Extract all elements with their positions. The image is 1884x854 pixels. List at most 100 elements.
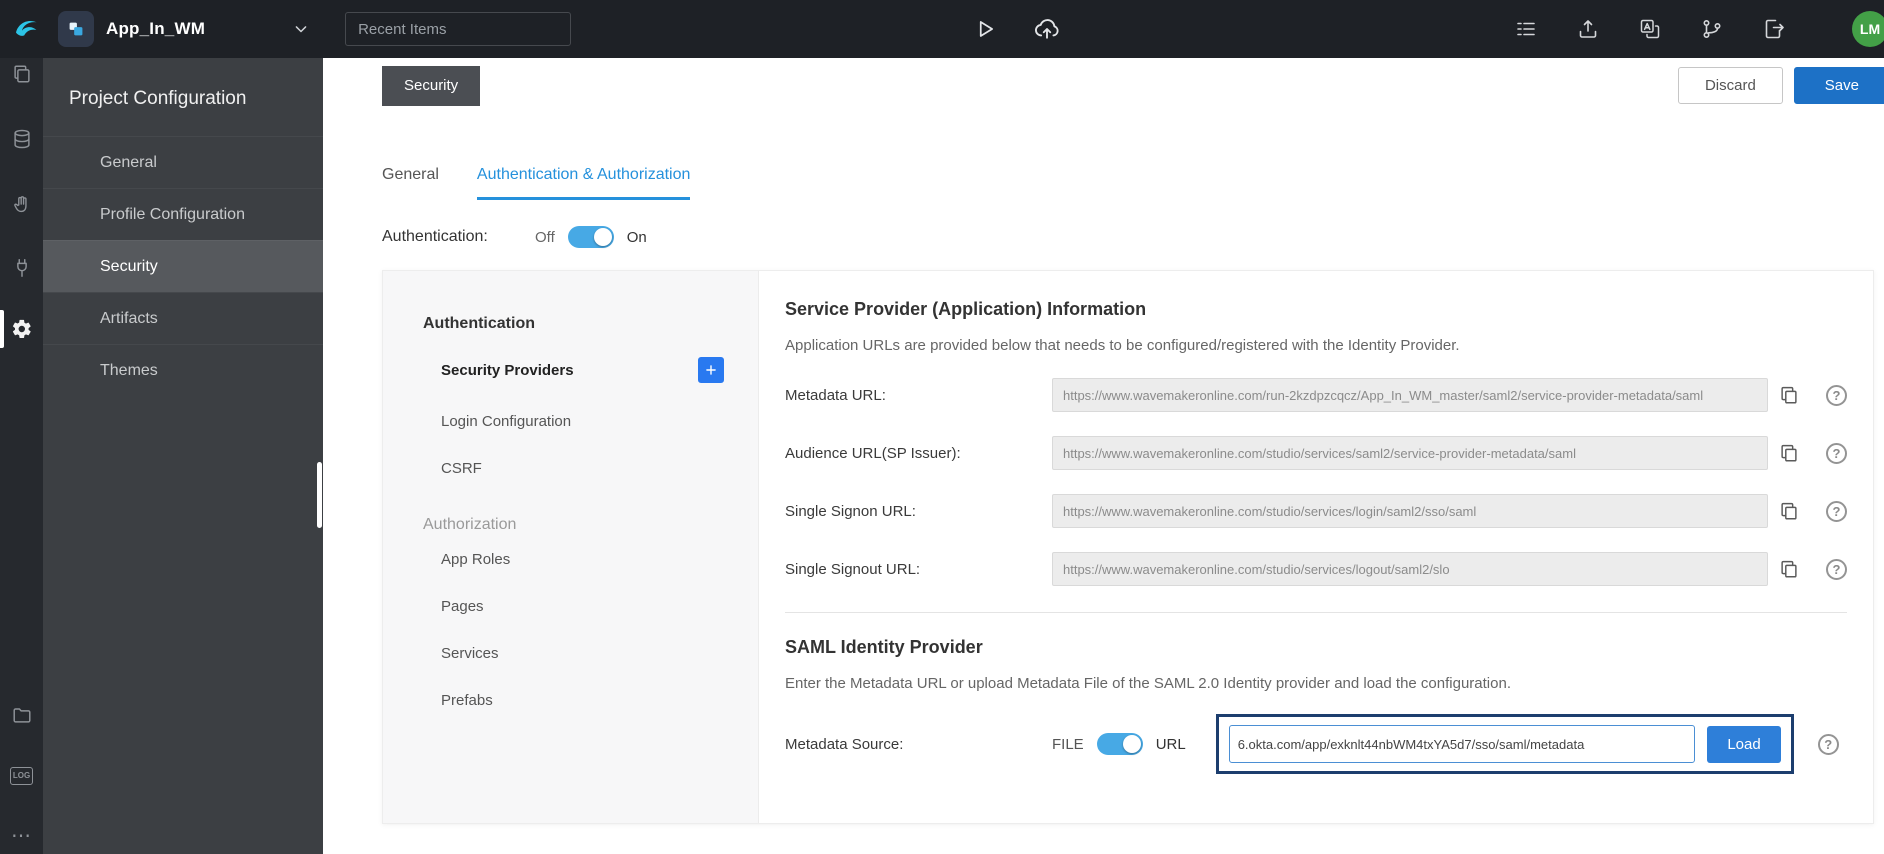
copy-button[interactable] [1776, 498, 1802, 524]
file-tab-security[interactable]: Security [382, 66, 481, 106]
tab-general[interactable]: General [382, 166, 439, 200]
toggle-knob [593, 228, 612, 246]
topbar: App_In_WM Recent Items LM [0, 0, 1884, 58]
saml-idp-title: SAML Identity Provider [785, 637, 983, 657]
rail-database-button[interactable] [10, 127, 34, 151]
pages-icon [13, 65, 30, 83]
subnav-item-app-roles[interactable]: App Roles [423, 536, 758, 583]
version-control-button[interactable] [1700, 17, 1724, 41]
sidebar-heading: Project Configuration [69, 88, 247, 109]
discard-button[interactable]: Discard [1677, 67, 1783, 104]
metadata-source-toggle[interactable] [1096, 733, 1143, 755]
help-icon[interactable]: ? [1826, 442, 1847, 464]
single-signout-value-input[interactable] [1052, 552, 1768, 586]
run-app-button[interactable] [971, 16, 997, 42]
sidebar-item-general[interactable]: General [43, 136, 323, 188]
copy-icon [1781, 560, 1797, 578]
save-button[interactable]: Save [1793, 67, 1884, 104]
subnav-item-prefabs[interactable]: Prefabs [423, 677, 758, 724]
help-icon[interactable]: ? [1817, 733, 1839, 755]
authentication-toggle[interactable] [567, 226, 614, 248]
copy-button[interactable] [1776, 382, 1802, 408]
file-export-icon [1765, 19, 1784, 39]
authentication-label: Authentication: [382, 228, 488, 245]
idp-metadata-url-input[interactable] [1228, 725, 1696, 763]
subnav-section-authorization: Authorization [423, 516, 517, 533]
single-signout-row: Single Signout URL: ? [785, 552, 1847, 586]
rail-pages-button[interactable] [10, 62, 34, 86]
help-icon[interactable]: ? [1826, 500, 1847, 522]
authentication-toggle-row: Authentication: Off On [382, 226, 1884, 248]
tab-authentication-authorization[interactable]: Authentication & Authorization [476, 166, 691, 200]
checklist-icon [1517, 22, 1535, 36]
app-title: App_In_WM [106, 19, 206, 38]
toggle-knob [1122, 735, 1141, 753]
metadata-url-highlight-group: Load [1215, 714, 1794, 774]
git-branch-icon [1703, 19, 1721, 39]
rail-widgets-button[interactable] [10, 193, 34, 217]
add-security-provider-button[interactable] [698, 357, 724, 383]
folder-icon [12, 708, 31, 723]
logs-icon: LOG [9, 767, 34, 785]
security-config-card: Authentication Security Providers Login … [382, 270, 1874, 824]
saml-idp-description: Enter the Metadata URL or upload Metadat… [785, 675, 1511, 692]
upload-tray-icon [1579, 20, 1597, 38]
user-avatar[interactable]: LM [1852, 11, 1884, 47]
recent-items-input[interactable] [345, 12, 572, 46]
main-panel: Security Discard Save General Authentica… [323, 58, 1884, 854]
sidebar-item-profile-configuration[interactable]: Profile Configuration [43, 188, 323, 240]
sidebar-scrollbar-thumb[interactable] [317, 462, 322, 528]
metadata-url-value-input[interactable] [1052, 378, 1768, 412]
rail-settings-button[interactable] [10, 317, 34, 341]
single-signout-label: Single Signout URL: [785, 560, 921, 578]
copy-button[interactable] [1776, 440, 1802, 466]
settings-gear-icon [12, 319, 31, 339]
play-icon [979, 21, 993, 37]
copy-icon [1781, 444, 1797, 462]
file-tab-row: Security Discard Save [323, 58, 1884, 114]
localization-button[interactable] [1638, 17, 1662, 41]
subnav-item-pages[interactable]: Pages [423, 583, 758, 630]
security-providers-label: Security Providers [441, 361, 574, 379]
rail-more-button[interactable]: ⋯ [10, 824, 34, 848]
deploy-button[interactable] [1033, 15, 1061, 43]
rail-logs-button[interactable]: LOG [9, 764, 34, 788]
load-button[interactable]: Load [1707, 725, 1781, 763]
subnav-item-services[interactable]: Services [423, 630, 758, 677]
sidebar-item-security[interactable]: Security [43, 240, 323, 292]
app-switcher-chevron-icon[interactable] [291, 19, 311, 39]
security-tabs: General Authentication & Authorization [382, 166, 1884, 200]
section-divider [785, 612, 1847, 613]
toggle-on-label: On [626, 228, 647, 246]
wavemaker-studio: App_In_WM Recent Items LM LOG ⋯ Project … [0, 0, 1884, 854]
single-signon-value-input[interactable] [1052, 494, 1768, 528]
metadata-url-label: Metadata URL: [785, 386, 886, 404]
translate-icon [1640, 19, 1660, 39]
sidebar-item-themes[interactable]: Themes [43, 344, 323, 396]
security-provider-content: Service Provider (Application) Informati… [759, 271, 1875, 823]
copy-icon [1781, 502, 1797, 520]
metadata-url-row: Metadata URL: ? [785, 378, 1847, 412]
subnav-item-security-providers[interactable]: Security Providers [423, 342, 758, 398]
wavemaker-logo-icon[interactable] [12, 14, 42, 44]
export-project-button[interactable] [1576, 17, 1600, 41]
export-file-button[interactable] [1762, 17, 1786, 41]
copy-button[interactable] [1776, 556, 1802, 582]
audience-url-value-input[interactable] [1052, 436, 1768, 470]
icon-rail: LOG ⋯ [0, 58, 43, 854]
markup-list-button[interactable] [1514, 17, 1538, 41]
hand-icon [13, 196, 27, 213]
help-icon[interactable]: ? [1826, 558, 1847, 580]
rail-files-button[interactable] [10, 703, 34, 727]
project-config-sidebar: Project Configuration General Profile Co… [43, 58, 323, 854]
help-icon[interactable]: ? [1826, 384, 1847, 406]
file-option-label: FILE [1052, 735, 1084, 753]
rail-apis-button[interactable] [10, 256, 34, 280]
subnav-item-csrf[interactable]: CSRF [423, 445, 758, 492]
cloud-upload-icon [1035, 19, 1059, 39]
copy-icon [1781, 386, 1797, 404]
sidebar-item-artifacts[interactable]: Artifacts [43, 292, 323, 344]
metadata-source-label: Metadata Source: [785, 735, 904, 753]
database-icon [13, 129, 30, 149]
subnav-item-login-configuration[interactable]: Login Configuration [423, 398, 758, 445]
